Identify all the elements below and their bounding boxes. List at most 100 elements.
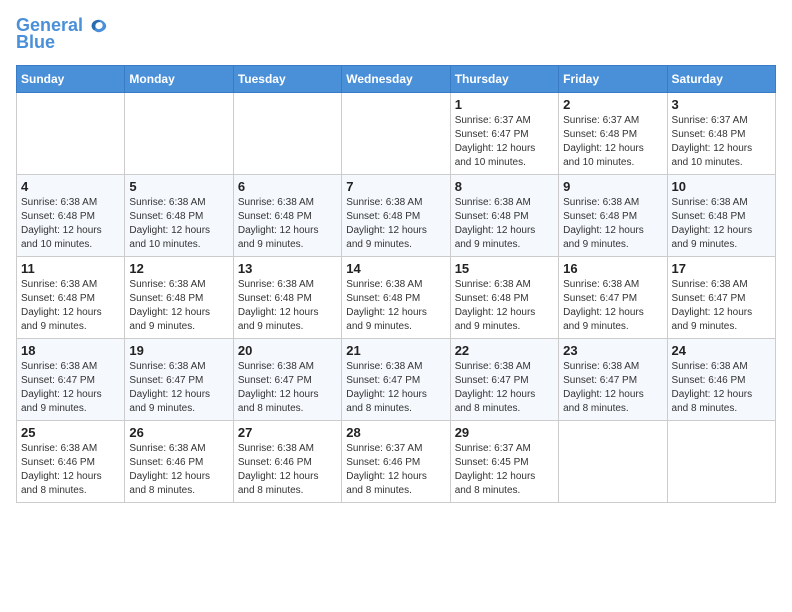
calendar-cell: 23 Sunrise: 6:38 AM Sunset: 6:47 PM Dayli… xyxy=(559,338,667,420)
day-info: Sunrise: 6:38 AM Sunset: 6:48 PM Dayligh… xyxy=(238,196,337,252)
calendar-cell xyxy=(125,92,233,174)
day-info: Sunrise: 6:38 AM Sunset: 6:48 PM Dayligh… xyxy=(346,278,445,334)
day-header-thursday: Thursday xyxy=(450,65,558,92)
day-header-saturday: Saturday xyxy=(667,65,775,92)
calendar-cell: 22 Sunrise: 6:38 AM Sunset: 6:47 PM Dayli… xyxy=(450,338,558,420)
day-number: 7 xyxy=(346,179,445,194)
calendar-cell: 6 Sunrise: 6:38 AM Sunset: 6:48 PM Daylig… xyxy=(233,174,341,256)
day-info: Sunrise: 6:37 AM Sunset: 6:47 PM Dayligh… xyxy=(455,114,554,170)
calendar-cell: 4 Sunrise: 6:38 AM Sunset: 6:48 PM Daylig… xyxy=(17,174,125,256)
day-header-tuesday: Tuesday xyxy=(233,65,341,92)
calendar-cell: 21 Sunrise: 6:38 AM Sunset: 6:47 PM Dayli… xyxy=(342,338,450,420)
day-info: Sunrise: 6:38 AM Sunset: 6:48 PM Dayligh… xyxy=(238,278,337,334)
day-number: 28 xyxy=(346,425,445,440)
calendar-cell xyxy=(342,92,450,174)
calendar-cell xyxy=(17,92,125,174)
day-info: Sunrise: 6:38 AM Sunset: 6:47 PM Dayligh… xyxy=(455,360,554,416)
day-number: 11 xyxy=(21,261,120,276)
calendar-cell: 18Sunrise: 6:38 AM Sunset: 6:47 PM Dayli… xyxy=(17,338,125,420)
day-number: 8 xyxy=(455,179,554,194)
logo-bird-icon xyxy=(90,17,108,35)
day-number: 29 xyxy=(455,425,554,440)
calendar-cell: 15 Sunrise: 6:38 AM Sunset: 6:48 PM Dayli… xyxy=(450,256,558,338)
day-info: Sunrise: 6:38 AM Sunset: 6:47 PM Dayligh… xyxy=(346,360,445,416)
calendar-cell: 28 Sunrise: 6:37 AM Sunset: 6:46 PM Dayli… xyxy=(342,420,450,502)
day-number: 15 xyxy=(455,261,554,276)
header-row: SundayMondayTuesdayWednesdayThursdayFrid… xyxy=(17,65,776,92)
calendar-cell: 27 Sunrise: 6:38 AM Sunset: 6:46 PM Dayli… xyxy=(233,420,341,502)
calendar-week-3: 11 Sunrise: 6:38 AM Sunset: 6:48 PM Dayli… xyxy=(17,256,776,338)
day-info: Sunrise: 6:38 AM Sunset: 6:47 PM Dayligh… xyxy=(21,360,120,416)
day-info: Sunrise: 6:38 AM Sunset: 6:46 PM Dayligh… xyxy=(238,442,337,498)
day-info: Sunrise: 6:38 AM Sunset: 6:48 PM Dayligh… xyxy=(129,196,228,252)
day-info: Sunrise: 6:38 AM Sunset: 6:47 PM Dayligh… xyxy=(672,278,771,334)
day-info: Sunrise: 6:38 AM Sunset: 6:46 PM Dayligh… xyxy=(129,442,228,498)
day-info: Sunrise: 6:37 AM Sunset: 6:48 PM Dayligh… xyxy=(672,114,771,170)
day-number: 14 xyxy=(346,261,445,276)
calendar-header: SundayMondayTuesdayWednesdayThursdayFrid… xyxy=(17,65,776,92)
day-info: Sunrise: 6:38 AM Sunset: 6:48 PM Dayligh… xyxy=(346,196,445,252)
calendar-week-5: 25 Sunrise: 6:38 AM Sunset: 6:46 PM Dayli… xyxy=(17,420,776,502)
day-number: 22 xyxy=(455,343,554,358)
day-info: Sunrise: 6:38 AM Sunset: 6:47 PM Dayligh… xyxy=(238,360,337,416)
day-number: 21 xyxy=(346,343,445,358)
day-info: Sunrise: 6:37 AM Sunset: 6:48 PM Dayligh… xyxy=(563,114,662,170)
calendar-cell xyxy=(233,92,341,174)
day-number: 9 xyxy=(563,179,662,194)
day-number: 20 xyxy=(238,343,337,358)
day-number: 26 xyxy=(129,425,228,440)
calendar-cell: 19 Sunrise: 6:38 AM Sunset: 6:47 PM Dayli… xyxy=(125,338,233,420)
day-info: Sunrise: 6:38 AM Sunset: 6:47 PM Dayligh… xyxy=(129,360,228,416)
day-number: 1 xyxy=(455,97,554,112)
day-info: Sunrise: 6:38 AM Sunset: 6:46 PM Dayligh… xyxy=(21,442,120,498)
calendar-week-1: 1 Sunrise: 6:37 AM Sunset: 6:47 PM Daylig… xyxy=(17,92,776,174)
calendar-week-4: 18Sunrise: 6:38 AM Sunset: 6:47 PM Dayli… xyxy=(17,338,776,420)
calendar-cell xyxy=(559,420,667,502)
calendar-cell: 12 Sunrise: 6:38 AM Sunset: 6:48 PM Dayli… xyxy=(125,256,233,338)
day-info: Sunrise: 6:37 AM Sunset: 6:45 PM Dayligh… xyxy=(455,442,554,498)
calendar-cell: 20 Sunrise: 6:38 AM Sunset: 6:47 PM Dayli… xyxy=(233,338,341,420)
day-info: Sunrise: 6:38 AM Sunset: 6:48 PM Dayligh… xyxy=(129,278,228,334)
day-header-wednesday: Wednesday xyxy=(342,65,450,92)
calendar-cell: 14 Sunrise: 6:38 AM Sunset: 6:48 PM Dayli… xyxy=(342,256,450,338)
day-number: 4 xyxy=(21,179,120,194)
calendar-body: 1 Sunrise: 6:37 AM Sunset: 6:47 PM Daylig… xyxy=(17,92,776,502)
calendar-week-2: 4 Sunrise: 6:38 AM Sunset: 6:48 PM Daylig… xyxy=(17,174,776,256)
day-number: 27 xyxy=(238,425,337,440)
day-info: Sunrise: 6:38 AM Sunset: 6:48 PM Dayligh… xyxy=(455,278,554,334)
calendar-cell: 16Sunrise: 6:38 AM Sunset: 6:47 PM Dayli… xyxy=(559,256,667,338)
day-info: Sunrise: 6:38 AM Sunset: 6:47 PM Dayligh… xyxy=(563,360,662,416)
calendar-cell xyxy=(667,420,775,502)
calendar-cell: 7 Sunrise: 6:38 AM Sunset: 6:48 PM Daylig… xyxy=(342,174,450,256)
day-info: Sunrise: 6:38 AM Sunset: 6:46 PM Dayligh… xyxy=(672,360,771,416)
day-info: Sunrise: 6:38 AM Sunset: 6:47 PM Dayligh… xyxy=(563,278,662,334)
day-number: 13 xyxy=(238,261,337,276)
day-number: 3 xyxy=(672,97,771,112)
calendar-cell: 8Sunrise: 6:38 AM Sunset: 6:48 PM Daylig… xyxy=(450,174,558,256)
day-number: 25 xyxy=(21,425,120,440)
day-number: 24 xyxy=(672,343,771,358)
calendar-cell: 2 Sunrise: 6:37 AM Sunset: 6:48 PM Daylig… xyxy=(559,92,667,174)
calendar-cell: 13 Sunrise: 6:38 AM Sunset: 6:48 PM Dayli… xyxy=(233,256,341,338)
day-number: 17 xyxy=(672,261,771,276)
day-info: Sunrise: 6:38 AM Sunset: 6:48 PM Dayligh… xyxy=(21,196,120,252)
day-number: 12 xyxy=(129,261,228,276)
day-header-monday: Monday xyxy=(125,65,233,92)
day-number: 2 xyxy=(563,97,662,112)
calendar-cell: 24 Sunrise: 6:38 AM Sunset: 6:46 PM Dayli… xyxy=(667,338,775,420)
day-number: 10 xyxy=(672,179,771,194)
calendar-cell: 1 Sunrise: 6:37 AM Sunset: 6:47 PM Daylig… xyxy=(450,92,558,174)
day-info: Sunrise: 6:37 AM Sunset: 6:46 PM Dayligh… xyxy=(346,442,445,498)
day-number: 23 xyxy=(563,343,662,358)
day-number: 19 xyxy=(129,343,228,358)
calendar-table: SundayMondayTuesdayWednesdayThursdayFrid… xyxy=(16,65,776,503)
calendar-cell: 25 Sunrise: 6:38 AM Sunset: 6:46 PM Dayli… xyxy=(17,420,125,502)
day-header-friday: Friday xyxy=(559,65,667,92)
calendar-cell: 11Sunrise: 6:38 AM Sunset: 6:48 PM Dayli… xyxy=(17,256,125,338)
calendar-cell: 10Sunrise: 6:38 AM Sunset: 6:48 PM Dayli… xyxy=(667,174,775,256)
calendar-cell: 29 Sunrise: 6:37 AM Sunset: 6:45 PM Dayli… xyxy=(450,420,558,502)
calendar-cell: 5 Sunrise: 6:38 AM Sunset: 6:48 PM Daylig… xyxy=(125,174,233,256)
page-header: General Blue xyxy=(16,16,776,53)
day-number: 6 xyxy=(238,179,337,194)
day-number: 5 xyxy=(129,179,228,194)
